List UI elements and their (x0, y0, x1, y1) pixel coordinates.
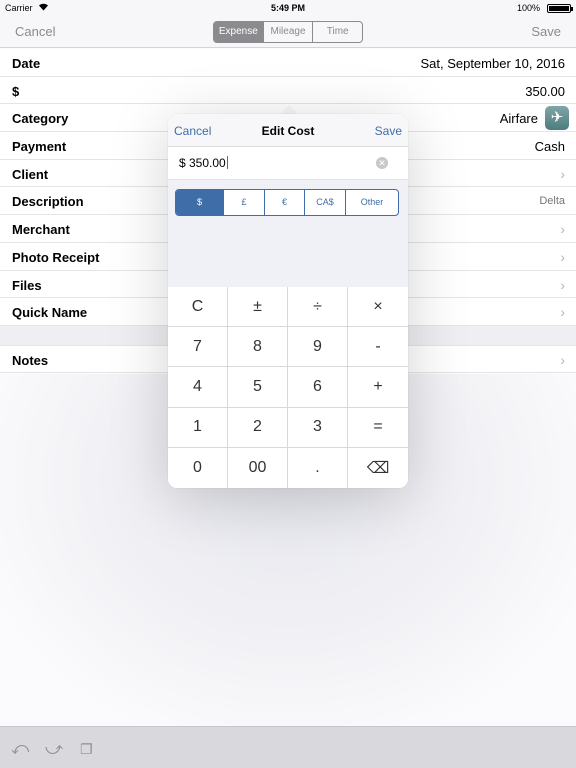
row-label: Category (12, 111, 69, 127)
cost-input-value: $ 350.00 (179, 156, 228, 170)
row-label: Client (12, 166, 49, 182)
currency-cad[interactable]: CA$ (305, 190, 346, 215)
key-8[interactable]: 8 (228, 327, 288, 368)
key-5[interactable]: 5 (228, 367, 288, 408)
payment-value: Cash (534, 139, 565, 155)
status-bar: Carrier 5:49 PM 100% (0, 0, 576, 16)
key-divide[interactable]: ÷ (288, 287, 348, 328)
key-decimal[interactable]: . (288, 447, 348, 488)
bottom-toolbar: ⤺ ⤻ ❐ (0, 726, 576, 768)
segment-time[interactable]: Time (313, 22, 362, 42)
row-label: Photo Receipt (12, 249, 100, 265)
key-minus[interactable]: - (348, 327, 408, 368)
key-4[interactable]: 4 (168, 367, 228, 408)
row-date[interactable]: Date Sat, September 10, 2016 (0, 49, 576, 77)
popover-arrow (280, 105, 298, 114)
battery-icon (547, 4, 573, 13)
chevron-right-icon: › (560, 221, 565, 238)
row-label: Merchant (12, 222, 70, 238)
undo-icon[interactable]: ⤺ (11, 739, 29, 759)
key-1[interactable]: 1 (168, 407, 228, 448)
currency-pound[interactable]: £ (224, 190, 265, 215)
date-value: Sat, September 10, 2016 (420, 56, 565, 71)
key-00[interactable]: 00 (228, 447, 288, 488)
copy-icon[interactable]: ❐ (80, 741, 93, 758)
navigation-bar: Cancel Expense Mileage Time Save (0, 16, 576, 48)
battery-percent: 100% (516, 3, 540, 13)
key-plus-minus[interactable]: ± (228, 287, 288, 328)
row-label: Payment (12, 139, 67, 155)
row-label: Files (12, 277, 42, 293)
clear-icon[interactable]: ✕ (376, 157, 388, 169)
row-label: Quick Name (12, 305, 88, 321)
currency-dollar[interactable]: $ (176, 190, 224, 215)
amount-value: 350.00 (525, 83, 565, 99)
chevron-right-icon: › (560, 304, 565, 321)
description-value: Delta (539, 195, 565, 208)
key-7[interactable]: 7 (168, 327, 228, 368)
edit-cost-popover: Cancel Edit Cost Save $ 350.00 ✕ $ £ € C… (168, 114, 408, 488)
chevron-right-icon: › (560, 351, 565, 368)
segment-mileage[interactable]: Mileage (264, 22, 314, 42)
popover-title: Edit Cost (261, 124, 315, 138)
key-0[interactable]: 0 (168, 447, 228, 488)
entry-type-segmented-control: Expense Mileage Time (213, 21, 363, 43)
status-time: 5:49 PM (270, 3, 305, 13)
cancel-button[interactable]: Cancel (15, 24, 55, 39)
key-equals[interactable]: = (348, 407, 408, 448)
row-label: $ (12, 83, 20, 99)
chevron-right-icon: › (560, 165, 565, 182)
row-label: Date (12, 56, 41, 71)
calculator-keypad: C ± ÷ × 7 8 9 - 4 5 6 + 1 2 3 = 0 00 . ⌫ (168, 287, 408, 488)
cost-input[interactable]: $ 350.00 ✕ (168, 147, 408, 180)
key-9[interactable]: 9 (288, 327, 348, 368)
chevron-right-icon: › (560, 248, 565, 265)
key-6[interactable]: 6 (288, 367, 348, 408)
row-amount[interactable]: $ 350.00 (0, 76, 576, 105)
key-multiply[interactable]: × (348, 287, 408, 328)
airplane-icon: ✈ (545, 106, 569, 131)
category-value: Airfare (499, 111, 538, 127)
redo-icon[interactable]: ⤻ (45, 739, 63, 759)
row-label: Notes (12, 352, 49, 368)
popover-header: Cancel Edit Cost Save (168, 114, 408, 147)
currency-euro[interactable]: € (265, 190, 305, 215)
segment-expense[interactable]: Expense (214, 22, 264, 42)
row-label: Description (12, 194, 84, 210)
save-button[interactable]: Save (531, 24, 561, 39)
key-plus[interactable]: + (348, 367, 408, 408)
chevron-right-icon: › (560, 276, 565, 293)
backspace-icon[interactable]: ⌫ (348, 447, 408, 488)
key-2[interactable]: 2 (228, 407, 288, 448)
currency-other[interactable]: Other (346, 190, 398, 215)
key-clear[interactable]: C (168, 287, 228, 328)
currency-segmented-control: $ £ € CA$ Other (175, 189, 399, 216)
popover-save-button[interactable]: Save (375, 124, 402, 138)
key-3[interactable]: 3 (288, 407, 348, 448)
